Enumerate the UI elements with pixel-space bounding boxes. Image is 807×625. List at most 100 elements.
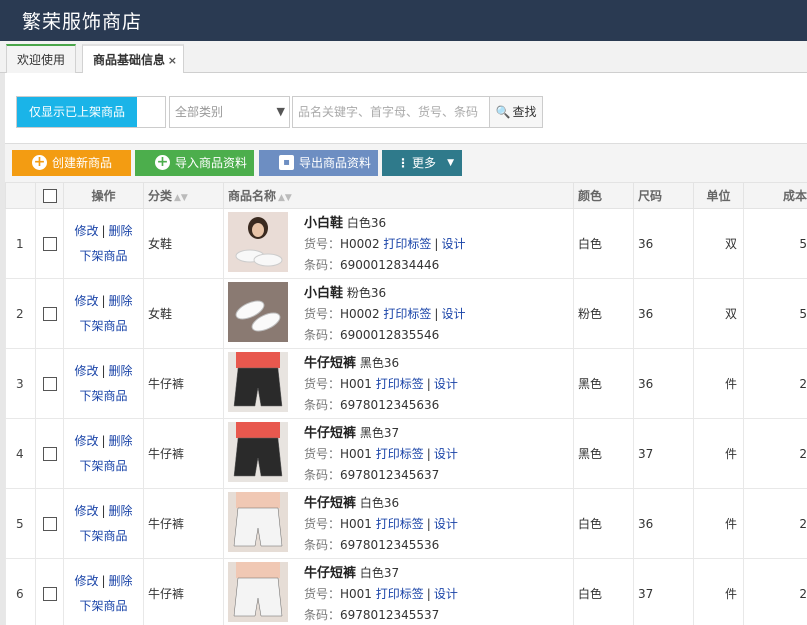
export-products-button[interactable]: ▪ 导出商品资料 bbox=[259, 150, 378, 176]
design-link[interactable]: 设计 bbox=[441, 307, 465, 321]
delete-link[interactable]: 删除 bbox=[109, 504, 133, 518]
table-row: 3 修改 | 删除 下架商品 牛仔裤 牛仔短裤 黑色36 货号：H001 打印标签 | 设计 条码：… bbox=[5, 348, 807, 419]
row-number: 6 bbox=[5, 558, 36, 625]
tab-welcome[interactable]: 欢迎使用 bbox=[6, 44, 76, 74]
keyword-input[interactable]: 品名关键字、首字母、货号、条码 bbox=[292, 96, 490, 128]
product-thumbnail[interactable] bbox=[228, 492, 288, 552]
product-name: 牛仔短裤 bbox=[304, 426, 357, 441]
tab-bar: 欢迎使用 商品基础信息 × bbox=[0, 41, 807, 75]
product-variant: 黑色37 bbox=[359, 426, 400, 440]
edit-link[interactable]: 修改 bbox=[74, 504, 98, 518]
tab-product-info[interactable]: 商品基础信息 × bbox=[82, 44, 184, 75]
sort-icon: ▲▼ bbox=[278, 193, 292, 203]
product-name: 牛仔短裤 bbox=[304, 496, 357, 511]
separator: | bbox=[101, 573, 106, 588]
product-info: 小白鞋 白色36 货号：H0002 打印标签 | 设计 条码：6900012834446 bbox=[304, 213, 465, 276]
product-info: 牛仔短裤 黑色37 货号：H001 打印标签 | 设计 条码：6978012345637 bbox=[304, 423, 458, 486]
product-thumbnail[interactable] bbox=[228, 212, 288, 272]
print-label-link[interactable]: 打印标签 bbox=[376, 517, 424, 531]
app-title: 繁荣服饰商店 bbox=[22, 11, 143, 33]
create-product-button[interactable]: + 创建新商品 bbox=[12, 150, 131, 176]
design-link[interactable]: 设计 bbox=[434, 377, 458, 391]
barcode-label: 条码： bbox=[304, 468, 341, 482]
separator: | bbox=[101, 363, 106, 378]
edit-link[interactable]: 修改 bbox=[74, 434, 98, 448]
delete-link[interactable]: 删除 bbox=[109, 434, 133, 448]
unshelf-link[interactable]: 下架商品 bbox=[79, 459, 127, 473]
category-select[interactable]: 全部类别 ▼ bbox=[169, 96, 290, 128]
delete-link[interactable]: 删除 bbox=[109, 224, 133, 238]
action-toolbar: + 创建新商品 + 导入商品资料 ▪ 导出商品资料 ⋮ 更多 ▼ bbox=[5, 144, 807, 182]
row-ops: 修改 | 删除 下架商品 bbox=[63, 278, 144, 349]
row-unit: 件 bbox=[693, 418, 744, 489]
row-color: 白色 bbox=[573, 488, 634, 559]
edit-link[interactable]: 修改 bbox=[74, 294, 98, 308]
design-link[interactable]: 设计 bbox=[434, 447, 458, 461]
shelf-only-toggle[interactable]: 仅显示已上架商品 bbox=[16, 96, 166, 128]
design-link[interactable]: 设计 bbox=[434, 587, 458, 601]
unshelf-link[interactable]: 下架商品 bbox=[79, 529, 127, 543]
product-thumbnail[interactable] bbox=[228, 562, 288, 622]
row-checkbox[interactable] bbox=[42, 306, 57, 321]
row-select-cell bbox=[35, 208, 64, 279]
product-name: 小白鞋 bbox=[304, 216, 344, 231]
category-select-value: 全部类别 bbox=[175, 105, 224, 119]
barcode-value: 6978012345637 bbox=[340, 468, 440, 482]
tab-welcome-label: 欢迎使用 bbox=[17, 53, 66, 67]
design-link[interactable]: 设计 bbox=[441, 237, 465, 251]
row-cost: 5 bbox=[743, 278, 807, 349]
sku-label: 货号： bbox=[304, 447, 341, 461]
delete-link[interactable]: 删除 bbox=[109, 364, 133, 378]
row-unit: 双 bbox=[693, 278, 744, 349]
row-ops: 修改 | 删除 下架商品 bbox=[63, 488, 144, 559]
row-ops: 修改 | 删除下架商品 bbox=[63, 558, 144, 625]
close-icon[interactable]: × bbox=[168, 46, 177, 75]
print-label-link[interactable]: 打印标签 bbox=[376, 377, 424, 391]
row-size: 37 bbox=[633, 558, 694, 625]
row-checkbox[interactable] bbox=[42, 376, 57, 391]
unshelf-link[interactable]: 下架商品 bbox=[79, 319, 127, 333]
row-cost: 2 bbox=[743, 348, 807, 419]
row-product: 牛仔短裤 白色37 货号：H001 打印标签 | 设计 条码：6978012345537 bbox=[223, 558, 574, 625]
sku-value: H001 bbox=[340, 447, 372, 461]
edit-link[interactable]: 修改 bbox=[74, 364, 98, 378]
product-name: 小白鞋 bbox=[304, 286, 344, 301]
print-label-link[interactable]: 打印标签 bbox=[383, 237, 431, 251]
product-info: 小白鞋 粉色36 货号：H0002 打印标签 | 设计 条码：6900012835546 bbox=[304, 283, 465, 346]
print-label-link[interactable]: 打印标签 bbox=[376, 447, 424, 461]
edit-link[interactable]: 修改 bbox=[74, 574, 98, 588]
product-thumbnail[interactable] bbox=[228, 282, 288, 342]
find-button[interactable]: 🔍 查找 bbox=[489, 96, 543, 128]
row-checkbox[interactable] bbox=[42, 446, 57, 461]
row-number: 5 bbox=[5, 488, 36, 559]
product-thumbnail[interactable] bbox=[228, 422, 288, 482]
product-thumbnail[interactable] bbox=[228, 352, 288, 412]
more-vertical-icon: ⋮ bbox=[397, 156, 409, 170]
caret-down-icon: ▼ bbox=[447, 158, 454, 168]
delete-link[interactable]: 删除 bbox=[109, 574, 133, 588]
header-select-all bbox=[35, 182, 64, 209]
header-category[interactable]: 分类 ▲▼ bbox=[143, 182, 224, 209]
row-select-cell bbox=[35, 488, 64, 559]
select-all-checkbox[interactable] bbox=[42, 188, 57, 203]
import-products-button[interactable]: + 导入商品资料 bbox=[135, 150, 254, 176]
header-name-label: 商品名称 bbox=[228, 189, 277, 203]
edit-link[interactable]: 修改 bbox=[74, 224, 98, 238]
header-name[interactable]: 商品名称 ▲▼ bbox=[223, 182, 574, 209]
print-label-link[interactable]: 打印标签 bbox=[376, 587, 424, 601]
more-dropdown-button[interactable]: ⋮ 更多 ▼ bbox=[382, 150, 462, 176]
unshelf-link[interactable]: 下架商品 bbox=[79, 599, 127, 613]
sku-label: 货号： bbox=[304, 377, 341, 391]
barcode-label: 条码： bbox=[304, 398, 341, 412]
row-checkbox[interactable] bbox=[42, 586, 57, 601]
row-color: 白色 bbox=[573, 208, 634, 279]
unshelf-link[interactable]: 下架商品 bbox=[79, 249, 127, 263]
row-checkbox[interactable] bbox=[42, 236, 57, 251]
row-ops: 修改 | 删除 下架商品 bbox=[63, 208, 144, 279]
delete-link[interactable]: 删除 bbox=[109, 294, 133, 308]
design-link[interactable]: 设计 bbox=[434, 517, 458, 531]
row-checkbox[interactable] bbox=[42, 516, 57, 531]
header-size: 尺码 bbox=[633, 182, 694, 209]
print-label-link[interactable]: 打印标签 bbox=[383, 307, 431, 321]
unshelf-link[interactable]: 下架商品 bbox=[79, 389, 127, 403]
